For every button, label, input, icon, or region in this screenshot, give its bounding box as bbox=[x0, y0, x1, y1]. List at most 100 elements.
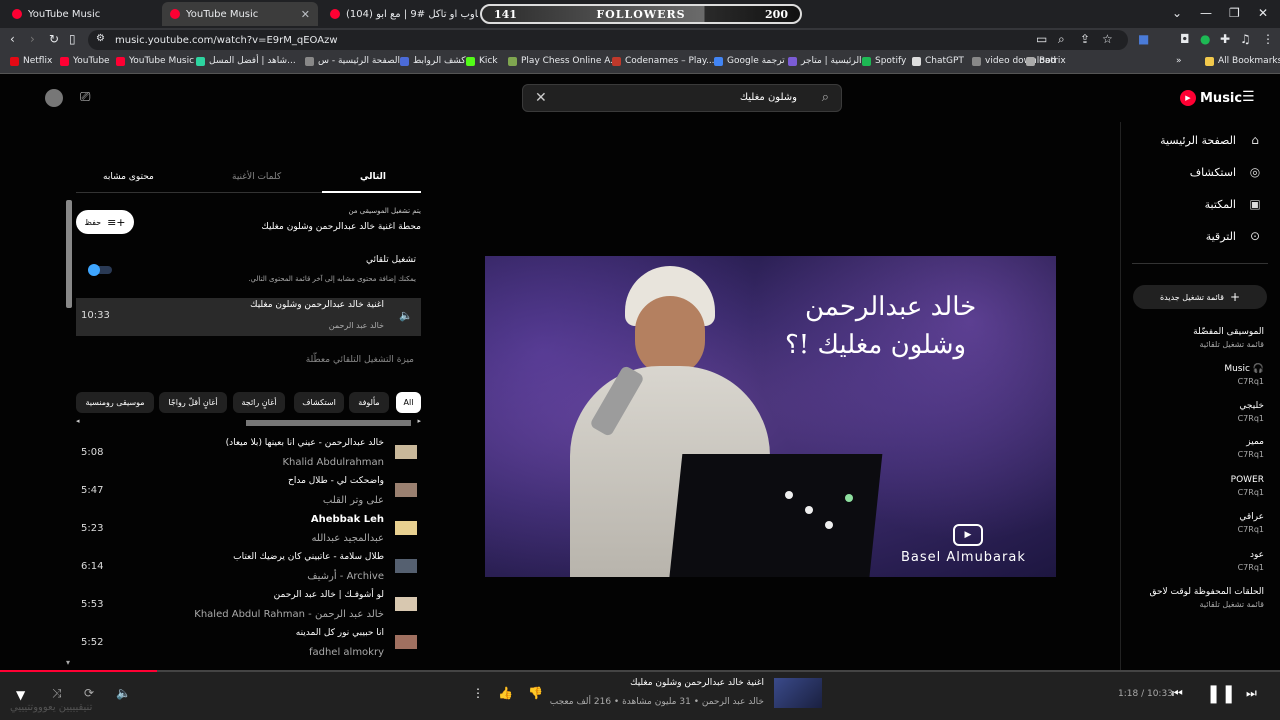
watermark-play-icon: ▶ bbox=[953, 524, 983, 546]
bookmark-item[interactable]: YouTube bbox=[60, 56, 110, 66]
next-icon[interactable]: ⏭ bbox=[1246, 686, 1257, 701]
star-icon[interactable]: ☆ bbox=[1102, 32, 1113, 46]
all-bookmarks[interactable]: All Bookmarks bbox=[1205, 56, 1280, 66]
tab-related[interactable]: محتوى مشابه bbox=[103, 172, 154, 182]
video-player[interactable]: خالد عبدالرحمن وشلون مغليك !؟ ▶ Basel Al… bbox=[485, 256, 1056, 577]
chips-scrollbar[interactable]: ◂ ▸ bbox=[76, 417, 421, 426]
chevron-down-icon[interactable]: ⌄ bbox=[1172, 6, 1182, 20]
bookmark-item[interactable]: YouTube Music bbox=[116, 56, 194, 66]
bookmark-item[interactable]: Play Chess Online A... bbox=[508, 56, 619, 66]
close-window-icon[interactable]: ✕ bbox=[1258, 6, 1268, 20]
menu-dots-icon[interactable]: ⋮ bbox=[1262, 32, 1274, 46]
browser-tab-2[interactable]: YouTube Music ✕ bbox=[162, 2, 318, 26]
search-input[interactable]: وشلون مغليك bbox=[740, 92, 797, 103]
sidebar-playlist-item[interactable]: POWER C7Rq1 bbox=[1231, 475, 1264, 497]
filter-chip[interactable]: مألوفة bbox=[349, 392, 389, 413]
now-playing-meta[interactable]: خالد عبد الرحمن • 31 مليون مشاهدة • 216 … bbox=[550, 697, 764, 707]
repeat-icon[interactable]: ⟳ bbox=[84, 686, 94, 700]
expand-icon[interactable]: ▼ bbox=[16, 688, 25, 702]
current-track-row[interactable]: 10:33 اغنية خالد عبدالرحمن وشلون مغليك خ… bbox=[76, 298, 421, 336]
filter-chip[interactable]: أغانٍ أقلّ رواجًا bbox=[159, 392, 227, 413]
sidebar-item-upgrade[interactable]: الترقية ⊙ bbox=[1206, 229, 1262, 243]
sidebar-playlist-item[interactable]: Music 🎧 C7Rq1 bbox=[1224, 364, 1264, 386]
back-icon[interactable]: ‹ bbox=[10, 32, 15, 46]
sidebar-playlist-item[interactable]: عراقي C7Rq1 bbox=[1238, 512, 1264, 534]
bookmark-item[interactable]: الصفحة الرئيسية - س... bbox=[305, 56, 409, 66]
extension-icon[interactable]: ■ bbox=[1138, 32, 1149, 46]
bookmark-item[interactable]: Spotify bbox=[862, 56, 906, 66]
queue-row[interactable]: 5:52 انا حبيبي نور كل المدينه fadhel almok… bbox=[76, 626, 421, 664]
sidebar-playlist-item[interactable]: مميز C7Rq1 bbox=[1238, 437, 1264, 459]
reload-icon[interactable]: ↻ bbox=[49, 32, 59, 46]
filter-chip[interactable]: أغانٍ رائجة bbox=[233, 392, 285, 413]
browser-tab-3[interactable]: (104) تجاوب او تاكل #9 | مع ابو ... bbox=[322, 2, 478, 26]
zoom-icon[interactable]: ⌕ bbox=[1058, 32, 1065, 47]
sidebar-item-explore[interactable]: استكشاف ◎ bbox=[1190, 165, 1262, 179]
scroll-right-icon[interactable]: ▸ bbox=[417, 417, 421, 425]
more-options-icon[interactable]: ⋮ bbox=[472, 686, 484, 700]
tab-next[interactable]: التالي bbox=[360, 172, 386, 182]
save-button[interactable]: حفظ ≡+ bbox=[76, 210, 134, 234]
bookmark-item[interactable]: شاهد | أفضل المسل... bbox=[196, 56, 296, 66]
site-settings-icon[interactable]: ⚙ bbox=[96, 33, 105, 44]
queue-row[interactable]: 5:47 واضحكت لي - طلال مداح على وتر القلب bbox=[76, 474, 421, 512]
previous-icon[interactable]: ⏮ bbox=[1172, 686, 1183, 701]
puzzle-icon[interactable]: ✚ bbox=[1220, 32, 1230, 46]
sidebar-playlist-item[interactable]: الحلقات المحفوظة لوقت لاحق قائمة تشغيل تل… bbox=[1149, 587, 1264, 609]
maximize-icon[interactable]: ❐ bbox=[1229, 6, 1240, 20]
bookmark-item[interactable]: الرئيسية | متاجر bbox=[788, 56, 862, 66]
filter-chip[interactable]: موسيقى رومنسية bbox=[76, 392, 154, 413]
sidebar-playlist-item[interactable]: الموسيقى المفضّلة قائمة تشغيل تلقائية bbox=[1193, 327, 1264, 349]
queue-row[interactable]: 6:14 طلال سلامة - عاتبيني كان يرضيك العتا… bbox=[76, 550, 421, 588]
bookmark-item[interactable]: ChatGPT bbox=[912, 56, 964, 66]
scroll-left-icon[interactable]: ◂ bbox=[76, 417, 80, 425]
scrollbar-thumb[interactable] bbox=[66, 200, 72, 308]
chips-scrollbar-thumb[interactable] bbox=[246, 420, 411, 426]
sidebar-item-library[interactable]: المكتبة ▣ bbox=[1205, 197, 1262, 211]
avatar[interactable] bbox=[45, 89, 63, 107]
cast-icon[interactable]: ⎚ bbox=[80, 90, 90, 105]
shuffle-icon[interactable]: ⤨ bbox=[52, 686, 62, 701]
extension-icon-3[interactable]: ● bbox=[1200, 32, 1210, 46]
chevron-right-icon[interactable]: » bbox=[1176, 56, 1182, 66]
bookmark-icon[interactable]: ▯ bbox=[69, 32, 76, 46]
ytmusic-logo[interactable]: ▶ Music bbox=[1180, 90, 1242, 106]
scroll-down-icon[interactable]: ▾ bbox=[66, 658, 70, 667]
browser-tab-1[interactable]: YouTube Music bbox=[4, 2, 160, 26]
forward-icon[interactable]: › bbox=[30, 32, 35, 46]
bookmark-item[interactable]: Google ترجمة bbox=[714, 56, 785, 66]
sidebar-playlist-item[interactable]: عود C7Rq1 bbox=[1238, 550, 1264, 572]
hamburger-menu-icon[interactable]: ☰ bbox=[1242, 89, 1255, 105]
bookmark-item[interactable]: Kick bbox=[466, 56, 498, 66]
volume-icon[interactable]: 🔈 bbox=[116, 686, 131, 700]
pause-icon[interactable]: ❚❚ bbox=[1206, 683, 1236, 704]
autoplay-toggle[interactable] bbox=[88, 264, 112, 276]
cast-icon[interactable]: ▭ bbox=[1036, 32, 1047, 46]
queue-row[interactable]: 5:23 Ahebbak Leh عبدالمجيد عبدالله bbox=[76, 512, 421, 550]
dislike-icon[interactable]: 👎 bbox=[528, 686, 543, 700]
bookmark-item[interactable]: Codenames – Play... bbox=[612, 56, 715, 66]
bookmark-item[interactable]: Botrix bbox=[1026, 56, 1066, 66]
filter-chip[interactable]: All bbox=[396, 392, 421, 413]
bookmark-item[interactable]: كشف الروابط bbox=[400, 56, 466, 66]
media-icon[interactable]: ♫ bbox=[1240, 32, 1251, 46]
extension-icon-2[interactable]: ◘ bbox=[1180, 32, 1190, 46]
filter-chip[interactable]: استكشاف bbox=[294, 392, 344, 413]
clear-search-icon[interactable]: ✕ bbox=[535, 90, 547, 106]
now-playing-thumbnail[interactable] bbox=[774, 678, 822, 708]
tab-lyrics[interactable]: كلمات الأغنية bbox=[232, 172, 281, 182]
bookmark-item[interactable]: Netflix bbox=[10, 56, 52, 66]
share-icon[interactable]: ⇪ bbox=[1080, 32, 1090, 46]
now-playing-title[interactable]: اغنية خالد عبدالرحمن وشلون مغليك bbox=[630, 678, 764, 688]
playlist-subtitle: C7Rq1 bbox=[1237, 450, 1264, 459]
close-icon[interactable]: ✕ bbox=[301, 8, 310, 21]
sidebar-playlist-item[interactable]: خليجي C7Rq1 bbox=[1238, 401, 1264, 423]
address-bar[interactable]: music.youtube.com/watch?v=E9rM_qEOAzw bbox=[88, 30, 1128, 50]
queue-row[interactable]: 5:53 لو أشوفـك | خالد عبد الرحمن Khaled Ab… bbox=[76, 588, 421, 626]
minimize-icon[interactable]: — bbox=[1200, 6, 1212, 20]
queue-row[interactable]: 5:08 خالد عبدالرحمن - عيني انا بعينها (بل… bbox=[76, 436, 421, 474]
sidebar-item-home[interactable]: الصفحة الرئيسية ⌂ bbox=[1160, 133, 1262, 147]
like-icon[interactable]: 👍 bbox=[498, 686, 513, 700]
search-box[interactable]: ✕ وشلون مغليك ⌕ bbox=[522, 84, 842, 112]
new-playlist-button[interactable]: قائمة تشغيل جديدة + bbox=[1133, 285, 1267, 309]
